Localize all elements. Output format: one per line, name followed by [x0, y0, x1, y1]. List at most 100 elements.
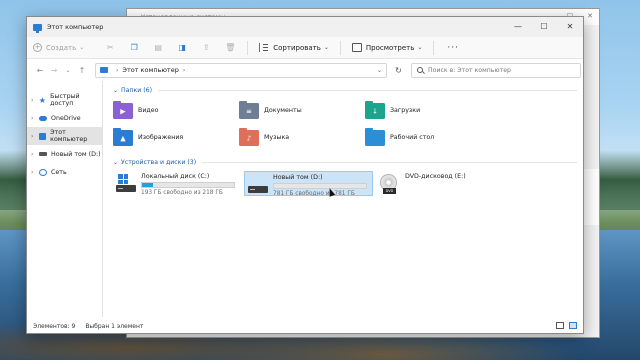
- chevron-right-icon[interactable]: ›: [31, 133, 39, 140]
- drive-name: Локальный диск (C:): [141, 173, 210, 180]
- status-bar: Элементов: 9 Выбран 1 элемент: [27, 319, 583, 333]
- network-icon: [39, 168, 47, 176]
- copy-icon[interactable]: ❐: [128, 42, 140, 54]
- chevron-right-icon[interactable]: ›: [31, 115, 39, 122]
- documents-folder-icon: ≡: [239, 100, 259, 119]
- sort-label: Сортировать: [273, 43, 321, 52]
- folder-music[interactable]: ♪ Музыка: [239, 124, 365, 151]
- pictures-folder-icon: ▲: [113, 127, 133, 146]
- up-arrow-icon[interactable]: ↑: [75, 66, 89, 75]
- folder-label: Музыка: [264, 134, 290, 141]
- folder-desktop[interactable]: Рабочий стол: [365, 124, 491, 151]
- computer-icon: [33, 23, 42, 33]
- maximize-button[interactable]: ☐: [531, 17, 557, 37]
- refresh-icon[interactable]: ↻: [391, 63, 406, 78]
- drive-name: Новый том (D:): [273, 174, 323, 181]
- sidebar-item-label: Новый том (D:): [51, 150, 101, 158]
- computer-icon: [100, 67, 108, 73]
- folder-mark: ↓: [372, 106, 378, 115]
- chevron-down-icon: ⌄: [79, 44, 85, 51]
- drive-c[interactable]: Локальный диск (C:) 193 ГБ свободно из 2…: [113, 171, 240, 196]
- bg-close-button[interactable]: ✕: [587, 12, 593, 20]
- folder-label: Рабочий стол: [390, 134, 435, 141]
- chevron-down-icon[interactable]: ⌄: [377, 67, 382, 74]
- minimize-button[interactable]: —: [505, 17, 531, 37]
- create-button[interactable]: + Создать ⌄: [33, 43, 84, 52]
- dvd-drive-icon: DVD: [380, 174, 400, 194]
- cut-icon[interactable]: ✂: [104, 42, 116, 54]
- view-toggle: [556, 322, 577, 329]
- explorer-body: › ★ Быстрый доступ › OneDrive › Этот ком…: [27, 81, 583, 317]
- chevron-right-icon[interactable]: ›: [31, 97, 39, 104]
- folder-documents[interactable]: ≡ Документы: [239, 97, 365, 124]
- sidebar-item-onedrive[interactable]: › OneDrive: [27, 109, 102, 127]
- music-folder-icon: ♪: [239, 127, 259, 146]
- details-view-icon[interactable]: [556, 322, 564, 329]
- view-icon: [351, 43, 362, 52]
- address-bar[interactable]: › Этот компьютер › ⌄: [95, 62, 387, 78]
- folder-mark: ≡: [246, 106, 252, 115]
- sidebar-item-network[interactable]: › Сеть: [27, 163, 102, 181]
- plus-icon: +: [33, 43, 42, 52]
- drives-group-header[interactable]: ⌄ Устройства и диски (3): [113, 157, 583, 167]
- drive-free-space: 781 ГБ свободно из 781 ГБ: [273, 191, 355, 197]
- sidebar-item-label: Сеть: [51, 168, 67, 176]
- folder-label: Изображения: [138, 134, 184, 141]
- folder-mark: ♪: [246, 133, 252, 142]
- explorer-window[interactable]: Этот компьютер — ☐ ✕ + Создать ⌄ ✂ ❐ ▤ ◨…: [26, 16, 584, 334]
- tiles-view-icon[interactable]: [569, 322, 577, 329]
- command-bar: + Создать ⌄ ✂ ❐ ▤ ◨ ⇪ 🗑 Сортировать ⌄ Пр…: [27, 37, 583, 59]
- sidebar-item-quick-access[interactable]: › ★ Быстрый доступ: [27, 91, 102, 109]
- drives-list: Локальный диск (C:) 193 ГБ свободно из 2…: [113, 171, 583, 197]
- drive-e[interactable]: DVD DVD-дисковод (E:): [377, 171, 504, 196]
- video-folder-icon: ▶: [113, 100, 133, 119]
- selection-count: Выбран 1 элемент: [85, 322, 144, 330]
- folder-videos[interactable]: ▶ Видео: [113, 97, 239, 124]
- paste-icon[interactable]: ▤: [152, 42, 164, 54]
- search-placeholder: Поиск в: Этот компьютер: [428, 66, 511, 74]
- chevron-right-icon[interactable]: ›: [31, 169, 39, 176]
- breadcrumb-separator: ›: [116, 66, 119, 74]
- chevron-down-icon[interactable]: ⌄: [113, 87, 118, 94]
- sort-button[interactable]: Сортировать ⌄: [259, 43, 329, 52]
- title-bar[interactable]: Этот компьютер — ☐ ✕: [27, 17, 583, 37]
- cloud-icon: [39, 115, 47, 121]
- breadcrumb-separator: ›: [182, 66, 186, 74]
- folder-downloads[interactable]: ↓ Загрузки: [365, 97, 491, 124]
- sidebar-item-label: OneDrive: [51, 114, 81, 122]
- folder-label: Загрузки: [390, 107, 421, 114]
- view-button[interactable]: Просмотреть ⌄: [351, 43, 422, 52]
- sidebar-item-label: Этот компьютер: [50, 129, 88, 143]
- toolbar-divider: [433, 40, 435, 55]
- search-input[interactable]: Поиск в: Этот компьютер: [411, 62, 581, 78]
- back-arrow-icon[interactable]: ←: [33, 66, 47, 75]
- drive-d[interactable]: Новый том (D:) 781 ГБ свободно из 781 ГБ: [244, 171, 373, 197]
- content-pane: ⌄ Папки (6) ▶ Видео ≡ Документы ↓ Загруз…: [103, 81, 583, 317]
- recent-locations-icon[interactable]: ⌄: [61, 67, 75, 74]
- chevron-down-icon[interactable]: ⌄: [113, 159, 118, 166]
- drive-usage-bar: [273, 183, 367, 189]
- sidebar-item-new-volume[interactable]: › Новый том (D:): [27, 145, 102, 163]
- forward-arrow-icon[interactable]: →: [47, 66, 61, 75]
- folder-pictures[interactable]: ▲ Изображения: [113, 124, 239, 151]
- close-button[interactable]: ✕: [557, 17, 583, 37]
- rename-icon[interactable]: ◨: [176, 42, 188, 54]
- sort-icon: [259, 43, 269, 52]
- chevron-right-icon[interactable]: ›: [31, 151, 39, 158]
- sidebar-item-this-pc[interactable]: › Этот компьютер: [27, 127, 102, 145]
- star-icon: ★: [38, 95, 46, 105]
- folders-grid: ▶ Видео ≡ Документы ↓ Загрузки ▲ Изображ…: [113, 97, 583, 151]
- item-count: Элементов: 9: [33, 322, 76, 330]
- folder-label: Документы: [264, 107, 302, 114]
- delete-icon[interactable]: 🗑: [224, 42, 236, 54]
- toolbar-divider: [339, 40, 341, 55]
- folders-group-header[interactable]: ⌄ Папки (6): [113, 85, 583, 95]
- window-controls[interactable]: — ☐ ✕: [505, 17, 583, 37]
- drive-free-space: 193 ГБ свободно из 218 ГБ: [141, 190, 223, 196]
- breadcrumb-this-pc[interactable]: Этот компьютер: [122, 66, 178, 74]
- folder-mark: ▲: [120, 133, 126, 142]
- more-options-button[interactable]: ···: [447, 43, 459, 53]
- drive-icon: [39, 152, 47, 156]
- share-icon[interactable]: ⇪: [200, 42, 212, 54]
- drive-usage-fill: [142, 183, 153, 187]
